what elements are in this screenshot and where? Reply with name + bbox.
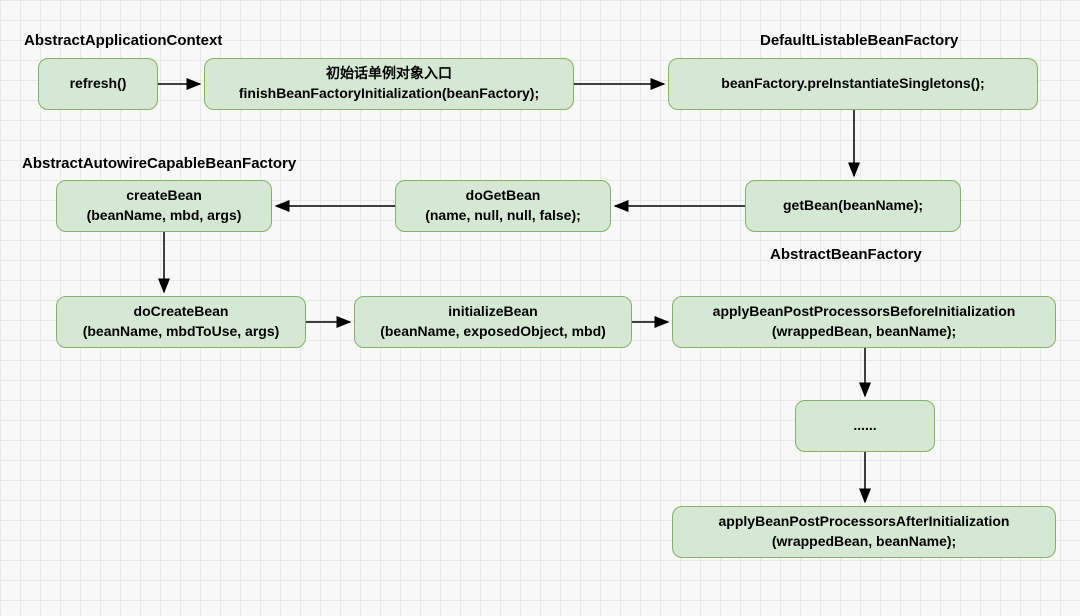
node-text-line1: doCreateBean	[134, 302, 229, 322]
node-text-line2: (beanName, exposedObject, mbd)	[380, 322, 606, 342]
label-abstract-bean-factory: AbstractBeanFactory	[770, 246, 922, 263]
node-pre-instantiate-singletons: beanFactory.preInstantiateSingletons();	[668, 58, 1038, 110]
node-text: refresh()	[70, 74, 127, 94]
node-text-line2: (name, null, null, false);	[425, 206, 581, 226]
node-create-bean: createBean (beanName, mbd, args)	[56, 180, 272, 232]
node-text: beanFactory.preInstantiateSingletons();	[721, 74, 984, 94]
node-do-create-bean: doCreateBean (beanName, mbdToUse, args)	[56, 296, 306, 348]
node-text-line1: doGetBean	[466, 186, 541, 206]
node-finish-bean-factory-init: 初始话单例对象入口 finishBeanFactoryInitializatio…	[204, 58, 574, 110]
node-text-line1: applyBeanPostProcessorsAfterInitializati…	[719, 512, 1010, 532]
node-apply-before-init: applyBeanPostProcessorsBeforeInitializat…	[672, 296, 1056, 348]
node-text-line1: initializeBean	[448, 302, 537, 322]
node-text-line2: (wrappedBean, beanName);	[772, 322, 956, 342]
node-text-line2: (beanName, mbd, args)	[87, 206, 242, 226]
node-text: getBean(beanName);	[783, 196, 923, 216]
node-ellipsis: ......	[795, 400, 935, 452]
node-refresh: refresh()	[38, 58, 158, 110]
label-default-listable-bean-factory: DefaultListableBeanFactory	[760, 32, 958, 49]
node-text-line1: 初始话单例对象入口	[326, 64, 452, 84]
node-text-line2: (wrappedBean, beanName);	[772, 532, 956, 552]
node-text-line1: createBean	[126, 186, 202, 206]
node-apply-after-init: applyBeanPostProcessorsAfterInitializati…	[672, 506, 1056, 558]
node-text-line2: (beanName, mbdToUse, args)	[83, 322, 280, 342]
node-text-line1: applyBeanPostProcessorsBeforeInitializat…	[713, 302, 1016, 322]
label-abstract-application-context: AbstractApplicationContext	[24, 32, 222, 49]
node-do-get-bean: doGetBean (name, null, null, false);	[395, 180, 611, 232]
label-abstract-autowire-capable-bean-factory: AbstractAutowireCapableBeanFactory	[22, 155, 296, 172]
node-text: ......	[853, 416, 876, 436]
node-text-line2: finishBeanFactoryInitialization(beanFact…	[239, 84, 539, 104]
node-get-bean: getBean(beanName);	[745, 180, 961, 232]
node-initialize-bean: initializeBean (beanName, exposedObject,…	[354, 296, 632, 348]
